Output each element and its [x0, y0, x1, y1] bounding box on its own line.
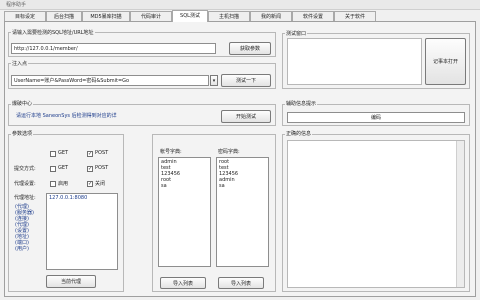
- current-proxy-button[interactable]: 当前代理: [46, 275, 96, 288]
- crack-center-label: 爆破中心: [11, 100, 34, 107]
- tab-target[interactable]: 目标设定: [4, 11, 46, 21]
- start-test-button[interactable]: 开始测试: [221, 110, 271, 123]
- method-post-checkbox[interactable]: ✓: [87, 166, 93, 172]
- proxy-address-label: 代理地址:: [14, 195, 36, 201]
- title-bar: 程序助手: [0, 0, 480, 10]
- method-get-checkbox[interactable]: [50, 166, 56, 172]
- result-window-label: 测试窗口: [285, 30, 308, 37]
- injection-dropdown-icon[interactable]: ▾: [210, 75, 218, 86]
- proxy-disable-checkbox[interactable]: ✓: [87, 181, 93, 187]
- tab-about[interactable]: 关于软件: [334, 11, 376, 21]
- log-scrollbar[interactable]: [456, 141, 464, 287]
- user-dict-item[interactable]: sa: [161, 183, 208, 189]
- proxy-setting-label: 代理设置:: [14, 181, 36, 187]
- import-pass-list-button[interactable]: 导入列表: [218, 277, 264, 289]
- proxy-list-item: 127.0.0.1:8080: [49, 195, 88, 201]
- tab-backend-scan[interactable]: 后台扫描: [46, 11, 82, 21]
- proxy-notes: (代理) (服务器) (连接) (代理) (设置) (地址) (端口) (用户): [15, 204, 45, 268]
- get-params-button[interactable]: 获取参数: [229, 42, 271, 55]
- tab-my-news[interactable]: 我的新闻: [250, 11, 292, 21]
- row1-get-label: GET: [58, 150, 69, 156]
- injection-label: 注入点: [11, 60, 29, 67]
- log-label: 正确的信息: [285, 130, 313, 137]
- tab-sql-test[interactable]: SQL测试: [172, 10, 208, 22]
- import-user-list-button[interactable]: 导入列表: [160, 277, 206, 289]
- open-notepad-button[interactable]: 记事本打开: [425, 38, 466, 85]
- result-window-output[interactable]: [287, 38, 422, 85]
- pass-dict-list[interactable]: root test 123456 admin sa: [216, 157, 269, 267]
- row1-post-label: POST: [95, 150, 109, 156]
- tab-md5-scan[interactable]: MD5暴库扫描: [82, 11, 130, 21]
- method-get-label: GET: [58, 165, 69, 171]
- log-output[interactable]: [287, 140, 465, 288]
- proxy-enable-label: 启用: [58, 181, 69, 187]
- proxy-list[interactable]: 127.0.0.1:8080: [46, 193, 118, 270]
- submit-method-label: 提交方式:: [14, 166, 36, 172]
- aux-info-label: 辅助信息提示: [285, 100, 318, 107]
- tab-code-audit[interactable]: 代码审计: [130, 11, 172, 21]
- tab-settings[interactable]: 软件设置: [292, 11, 334, 21]
- user-dict-list[interactable]: admin test 123456 root sa: [158, 157, 211, 267]
- method-post-label: POST: [95, 165, 109, 171]
- injection-input[interactable]: UserName=账户&PassWord=密码&Submit=Go: [11, 75, 209, 86]
- proxy-disable-label: 关闭: [95, 181, 106, 187]
- test-once-button[interactable]: 测试一下: [221, 74, 271, 87]
- row1-get-checkbox[interactable]: [50, 151, 56, 157]
- row1-post-checkbox[interactable]: ✓: [87, 151, 93, 157]
- params-label: 参数选项: [11, 130, 34, 137]
- crack-center-link[interactable]: 请运行本地 SaneonSys 后检测得到对应的详: [16, 113, 117, 119]
- user-dict-label: 帐号字典:: [160, 149, 182, 155]
- pass-dict-label: 密码字典:: [218, 149, 240, 155]
- proxy-enable-checkbox[interactable]: [50, 181, 56, 187]
- tab-host-scan[interactable]: 主机扫描: [208, 11, 250, 21]
- target-url-input[interactable]: http://127.0.0.1/member/: [11, 43, 216, 54]
- window-title: 程序助手: [6, 2, 27, 8]
- pass-dict-item[interactable]: sa: [219, 183, 266, 189]
- proxy-note: (用户): [15, 246, 29, 252]
- aux-info-field[interactable]: 编码: [287, 112, 465, 123]
- target-label: 请输入需要检测的SQL地址/URL地址: [11, 29, 95, 36]
